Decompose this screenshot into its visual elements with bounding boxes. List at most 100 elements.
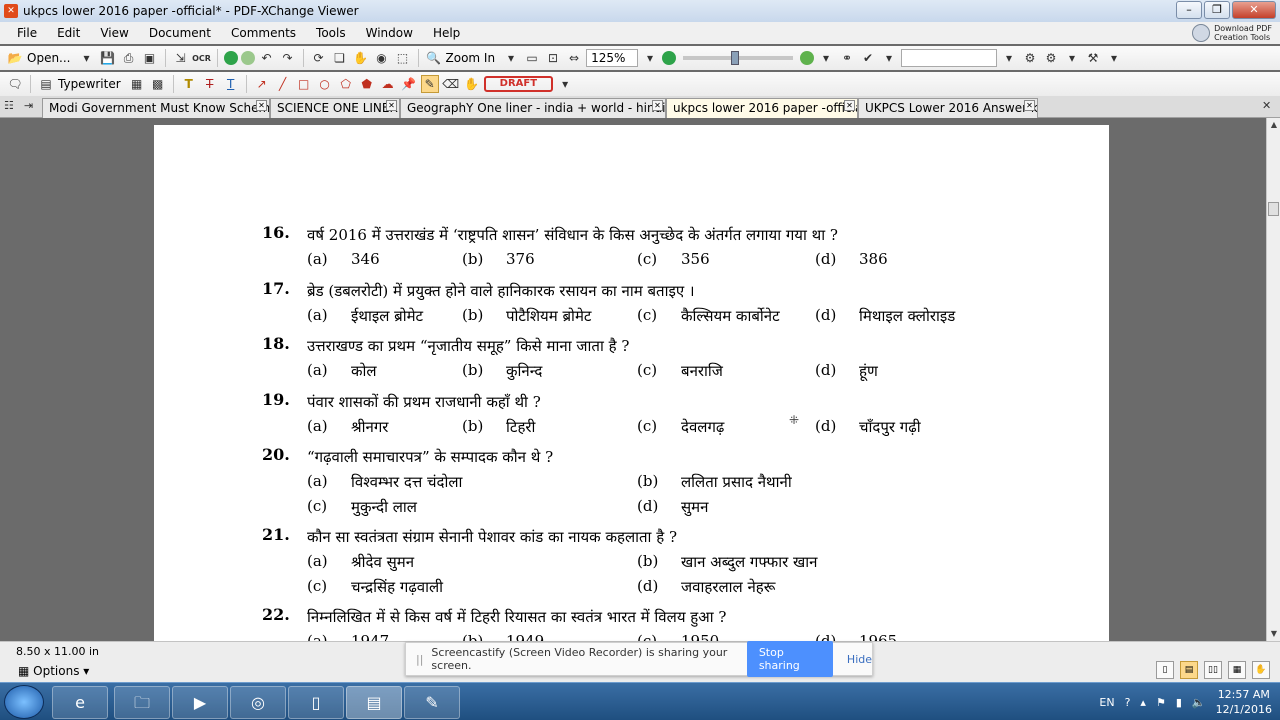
- tab-geography-one-liner[interactable]: GeographY One liner - india + world - hi…: [400, 98, 666, 118]
- drag-handle-icon[interactable]: ||: [416, 653, 423, 666]
- typewriter-icon[interactable]: ▤: [37, 75, 55, 93]
- menu-comments[interactable]: Comments: [222, 26, 307, 40]
- print-icon[interactable]: ⎙: [120, 49, 138, 67]
- polygon-tool-icon[interactable]: ⬠: [337, 75, 355, 93]
- network-icon[interactable]: ▮: [1176, 696, 1182, 709]
- menu-window[interactable]: Window: [357, 26, 424, 40]
- scrollbar-thumb[interactable]: [1268, 202, 1279, 216]
- menu-file[interactable]: File: [8, 26, 48, 40]
- dropdown-arrow-icon[interactable]: ▾: [641, 49, 659, 67]
- maximize-button[interactable]: ❐: [1204, 1, 1230, 19]
- media-player-icon[interactable]: ▶: [172, 686, 228, 719]
- stamp-icon[interactable]: ✋: [463, 75, 481, 93]
- internet-explorer-icon[interactable]: e: [52, 686, 108, 719]
- spellcheck-icon[interactable]: ✔: [859, 49, 877, 67]
- actual-size-icon[interactable]: ▭: [523, 49, 541, 67]
- dropdown-arrow-icon[interactable]: ▾: [556, 75, 574, 93]
- options-button[interactable]: ▦ Options ▾: [18, 664, 89, 678]
- menu-tools[interactable]: Tools: [307, 26, 357, 40]
- snapshot-icon[interactable]: ◉: [373, 49, 391, 67]
- menu-edit[interactable]: Edit: [48, 26, 91, 40]
- note-icon[interactable]: 🗨: [6, 75, 24, 93]
- menu-document[interactable]: Document: [140, 26, 222, 40]
- clock[interactable]: 12:57 AM 12/1/2016: [1216, 687, 1272, 717]
- tab-close-icon[interactable]: ✕: [1024, 100, 1035, 111]
- dropdown-arrow-icon[interactable]: ▾: [1063, 49, 1081, 67]
- eraser-icon[interactable]: ⌫: [442, 75, 460, 93]
- vertical-scrollbar[interactable]: ▲ ▼: [1266, 118, 1280, 641]
- hide-button[interactable]: Hide: [847, 653, 872, 666]
- open-button[interactable]: Open...: [27, 51, 71, 65]
- dropdown-arrow-icon[interactable]: ▾: [78, 49, 96, 67]
- language-indicator[interactable]: EN: [1099, 696, 1114, 709]
- help-icon[interactable]: ?: [1125, 696, 1131, 709]
- close-window-button[interactable]: ✕: [1232, 1, 1276, 19]
- scan-icon[interactable]: ▣: [141, 49, 159, 67]
- ocr-button[interactable]: OCR: [192, 49, 211, 67]
- dropdown-arrow-icon[interactable]: ▾: [880, 49, 898, 67]
- rectangle-tool-icon[interactable]: □: [295, 75, 313, 93]
- continuous-page-icon[interactable]: ▤: [1180, 661, 1198, 679]
- save-icon[interactable]: 💾: [99, 49, 117, 67]
- back-icon[interactable]: [223, 51, 238, 65]
- oval-tool-icon[interactable]: ○: [316, 75, 334, 93]
- menu-help[interactable]: Help: [424, 26, 471, 40]
- single-page-icon[interactable]: ▯: [1156, 661, 1174, 679]
- file-explorer-icon[interactable]: 🗀: [114, 686, 170, 719]
- download-pdf-tools-button[interactable]: Download PDF Creation Tools: [1192, 22, 1272, 44]
- hand-tool-status-icon[interactable]: ✋: [1252, 661, 1270, 679]
- cloud-tool-icon[interactable]: ☁: [379, 75, 397, 93]
- tray-expand-icon[interactable]: ▴: [1140, 696, 1146, 709]
- zoom-in-button[interactable]: Zoom In: [446, 51, 496, 65]
- zoom-slider-thumb[interactable]: [731, 51, 740, 65]
- tab-close-icon[interactable]: ✕: [256, 100, 267, 111]
- search-input[interactable]: [901, 49, 998, 67]
- callout-icon[interactable]: ▩: [149, 75, 167, 93]
- dropdown-arrow-icon[interactable]: ▾: [1000, 49, 1018, 67]
- typewriter-button[interactable]: Typewriter: [58, 77, 121, 91]
- volume-icon[interactable]: 🔈: [1192, 696, 1206, 709]
- notepad-icon[interactable]: ▯: [288, 686, 344, 719]
- tab-close-icon[interactable]: ✕: [844, 100, 855, 111]
- tab-list-icon[interactable]: ☷: [4, 99, 14, 112]
- continuous-facing-icon[interactable]: ▦: [1228, 661, 1246, 679]
- minimize-button[interactable]: –: [1176, 1, 1202, 19]
- highlight-text-icon[interactable]: T: [180, 75, 198, 93]
- scroll-down-icon[interactable]: ▼: [1267, 627, 1280, 641]
- notification-icon[interactable]: ⚑: [1156, 696, 1166, 709]
- dropdown-arrow-icon[interactable]: ▾: [817, 49, 835, 67]
- undo-icon[interactable]: ↶: [258, 49, 276, 67]
- document-view[interactable]: 16. वर्ष 2016 में उत्तराखंड में ‘राष्ट्रप…: [0, 118, 1266, 641]
- zoom-out-icon[interactable]: [662, 51, 677, 65]
- forward-icon[interactable]: [240, 51, 255, 65]
- tab-ukpcs-answer-key[interactable]: UKPCS Lower 2016 Answer key ✕: [858, 98, 1038, 118]
- arrow-tool-icon[interactable]: ↗: [253, 75, 271, 93]
- start-button[interactable]: [4, 685, 44, 719]
- pages-icon[interactable]: ❏: [331, 49, 349, 67]
- tab-modi-government[interactable]: Modi Government Must Know Schemes ✕: [42, 98, 270, 118]
- pin-icon[interactable]: 📌: [400, 75, 418, 93]
- zoom-in-icon[interactable]: 🔍: [425, 49, 443, 67]
- zoom-level-input[interactable]: 125%: [586, 49, 639, 67]
- find-icon[interactable]: ⚙: [1021, 49, 1039, 67]
- fit-page-icon[interactable]: ⊡: [544, 49, 562, 67]
- tab-scroll-icon[interactable]: ⇥: [24, 99, 33, 112]
- fit-width-icon[interactable]: ⇔: [565, 49, 583, 67]
- pdf-xchange-icon[interactable]: ▤: [346, 686, 402, 719]
- pencil-icon[interactable]: ✎: [420, 75, 439, 93]
- tab-ukpcs-paper[interactable]: ukpcs lower 2016 paper -official* ✕: [666, 98, 858, 118]
- draft-stamp-button[interactable]: DRAFT: [483, 76, 554, 92]
- open-folder-icon[interactable]: 📂: [6, 49, 24, 67]
- strikeout-text-icon[interactable]: T: [201, 75, 219, 93]
- settings-icon[interactable]: ⚒: [1084, 49, 1102, 67]
- underline-text-icon[interactable]: T: [222, 75, 240, 93]
- text-box-icon[interactable]: ▦: [128, 75, 146, 93]
- hand-tool-icon[interactable]: ✋: [352, 49, 370, 67]
- facing-pages-icon[interactable]: ▯▯: [1204, 661, 1222, 679]
- tab-close-icon[interactable]: ✕: [652, 100, 663, 111]
- select-icon[interactable]: ⬚: [394, 49, 412, 67]
- pentagon-tool-icon[interactable]: ⬟: [358, 75, 376, 93]
- tab-science-one-liner[interactable]: SCIENCE ONE LINER ✕: [270, 98, 400, 118]
- tab-close-icon[interactable]: ✕: [386, 100, 397, 111]
- export-icon[interactable]: ⇲: [172, 49, 190, 67]
